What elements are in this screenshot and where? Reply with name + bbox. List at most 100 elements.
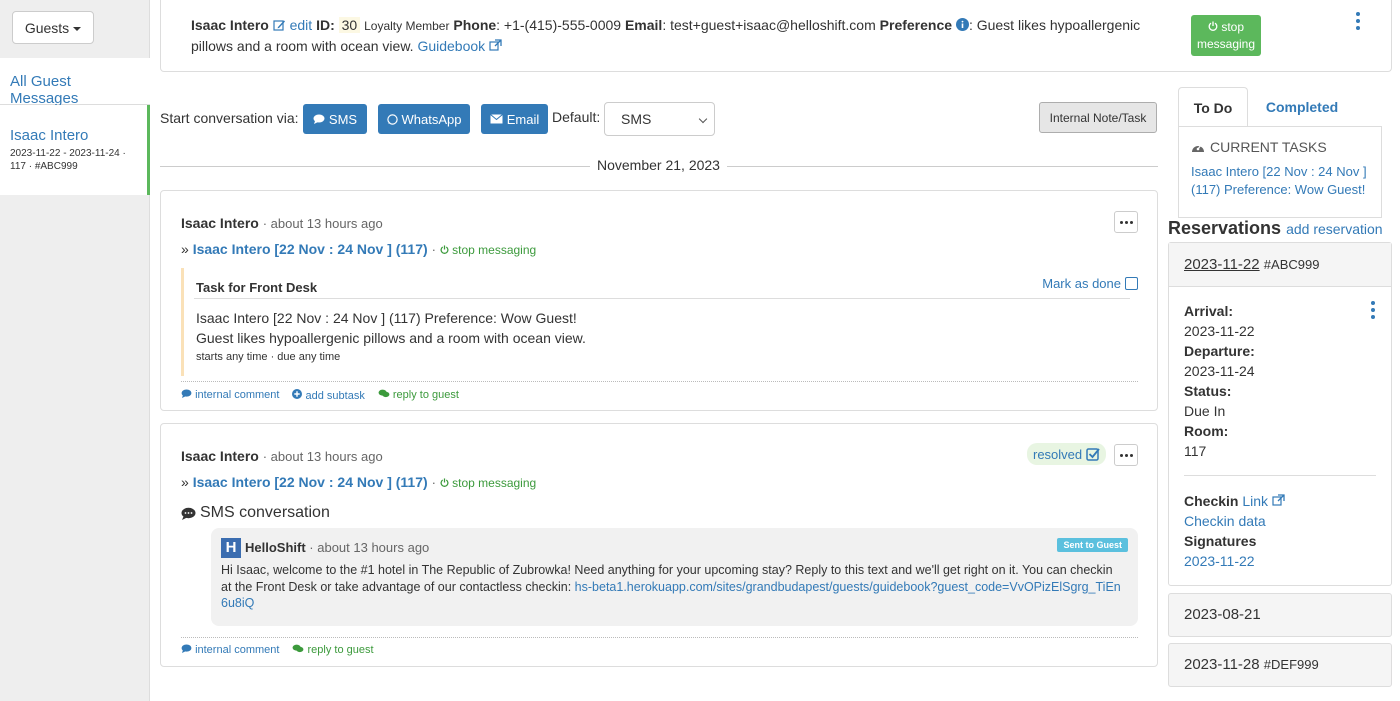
stop-messaging-link[interactable]: stop messaging [440, 476, 536, 490]
conversation-toolbar: Start conversation via: SMS WhatsApp Ema… [160, 102, 1160, 136]
edit-label: edit [289, 17, 313, 33]
checkin-data-link[interactable]: Checkin data [1184, 513, 1266, 529]
reservation-card[interactable]: 2023-11-28 #DEF999 [1168, 643, 1392, 687]
comment-icon [181, 389, 192, 398]
reservation-card-active: 2023-11-22 #ABC999 Arrival: 2023-11-22 D… [1168, 242, 1392, 586]
dashboard-icon [1192, 144, 1204, 152]
power-icon [440, 245, 449, 254]
tab-todo[interactable]: To Do [1178, 87, 1248, 127]
sent-to-guest-badge: Sent to Guest [1057, 538, 1128, 552]
sms-button-label: SMS [328, 111, 358, 127]
info-icon[interactable] [955, 18, 969, 31]
reply-to-guest-link[interactable]: reply to guest [378, 389, 459, 402]
guest-menu-kebab-icon[interactable] [1353, 12, 1363, 32]
id-label: ID: [316, 17, 335, 33]
guest-info-text: Isaac Intero edit ID: 30 Loyalty Member … [191, 15, 1171, 56]
message-more-button[interactable] [1114, 444, 1138, 466]
reservation-divider [1184, 475, 1376, 476]
mark-as-done-toggle[interactable]: Mark as done [1042, 276, 1138, 291]
sms-message-bubble: H HelloShift · about 13 hours ago Sent t… [211, 528, 1138, 626]
arrival-value: 2023-11-22 [1184, 323, 1255, 339]
external-link-icon [489, 39, 502, 51]
message-reservation-line: » Isaac Intero [22 Nov : 24 Nov ] (117) … [181, 241, 536, 257]
reservation-card-header[interactable]: 2023-11-22 #ABC999 [1169, 243, 1391, 287]
stop-messaging-button[interactable]: stop messaging [1191, 15, 1261, 56]
message-card-task: Isaac Intero · about 13 hours ago » Isaa… [160, 190, 1158, 411]
reservation-prefix: » [181, 241, 189, 257]
internal-comment-link[interactable]: internal comment [181, 644, 279, 656]
guest-info-panel: Isaac Intero edit ID: 30 Loyalty Member … [160, 0, 1392, 72]
guest-phone: : +1-(415)-555-0009 [496, 17, 622, 33]
reservation-card[interactable]: 2023-08-21 [1168, 593, 1392, 637]
reservation-checkin-section: Checkin Link Checkin data Signatures 202… [1184, 491, 1285, 571]
email-label: Email [624, 17, 663, 33]
date-separator-text: November 21, 2023 [590, 157, 727, 173]
message-time: · about 13 hours ago [262, 216, 383, 231]
all-guest-messages-link[interactable]: All Guest Messages [0, 58, 150, 107]
reservations-title: Reservations [1168, 218, 1282, 238]
comment-icon [181, 507, 196, 520]
guest-list-item[interactable]: Isaac Intero 2023-11-22 - 2023-11-24 · 1… [0, 105, 150, 195]
message-footer-actions: internal comment reply to guest [181, 644, 374, 656]
guests-button-label: Guests [24, 19, 70, 36]
current-task-link[interactable]: Isaac Intero [22 Nov : 24 Nov ] (117) Pr… [1191, 163, 1369, 199]
current-tasks-label: CURRENT TASKS [1210, 139, 1327, 155]
message-author: Isaac Intero [181, 215, 259, 231]
current-tasks-header: CURRENT TASKS [1191, 139, 1369, 155]
reservation-link[interactable]: Isaac Intero [22 Nov : 24 Nov ] (117) [193, 474, 428, 490]
task-description-line: Guest likes hypoallergenic pillows and a… [196, 330, 586, 346]
whatsapp-button[interactable]: WhatsApp [378, 104, 470, 134]
default-channel-select[interactable]: SMS [604, 102, 715, 136]
stop-messaging-link[interactable]: stop messaging [440, 243, 536, 257]
task-box: Task for Front Desk Mark as done Isaac I… [181, 268, 1138, 376]
tab-completed[interactable]: Completed [1248, 87, 1356, 127]
sms-sender: HelloShift [245, 540, 306, 555]
dot-separator: · [431, 242, 436, 257]
reservation-link[interactable]: Isaac Intero [22 Nov : 24 Nov ] (117) [193, 241, 428, 257]
plus-circle-icon [292, 389, 303, 399]
internal-comment-link[interactable]: internal comment [181, 389, 279, 402]
message-footer-divider [181, 637, 1138, 638]
message-footer-actions: internal comment add subtask reply to gu… [181, 389, 459, 402]
message-card-sms: Isaac Intero · about 13 hours ago resolv… [160, 423, 1158, 667]
resolved-toggle[interactable]: resolved [1027, 443, 1107, 465]
status-label: Status: [1184, 383, 1232, 399]
reply-to-guest-link[interactable]: reply to guest [292, 644, 374, 656]
guidebook-link[interactable]: Guidebook [417, 38, 502, 54]
sms-button[interactable]: SMS [303, 104, 367, 134]
add-subtask-link[interactable]: add subtask [292, 389, 365, 402]
email-button[interactable]: Email [481, 104, 548, 134]
checkin-link[interactable]: Link [1242, 493, 1285, 509]
internal-note-task-button[interactable]: Internal Note/Task [1039, 102, 1157, 133]
default-channel-value: SMS [621, 111, 652, 127]
message-footer-divider [181, 381, 1138, 382]
add-reservation-link[interactable]: add reservation [1286, 221, 1383, 237]
departure-label: Departure: [1184, 343, 1255, 359]
guests-dropdown-button[interactable]: Guests [12, 11, 94, 44]
guest-list-meta: 2023-11-22 - 2023-11-24 · 117 · #ABC999 [10, 148, 126, 172]
power-icon [1208, 21, 1218, 31]
dot-separator: · [431, 475, 436, 490]
task-title: Task for Front Desk [196, 280, 318, 295]
reply-to-guest-label: reply to guest [392, 389, 459, 401]
guidebook-label: Guidebook [417, 38, 486, 54]
sms-body: Hi Isaac, welcome to the #1 hotel in The… [221, 562, 1121, 612]
message-more-button[interactable] [1114, 211, 1138, 233]
power-icon [440, 478, 449, 487]
room-value: 117 [1184, 443, 1207, 459]
internal-comment-label: internal comment [195, 389, 280, 401]
current-tasks-panel: CURRENT TASKS Isaac Intero [22 Nov : 24 … [1178, 126, 1382, 218]
comments-icon [378, 389, 390, 398]
edit-link[interactable]: edit [273, 17, 312, 33]
message-author-line: Isaac Intero · about 13 hours ago [181, 215, 383, 231]
task-description: Isaac Intero [22 Nov : 24 Nov ] (117) Pr… [196, 308, 586, 348]
reservation-details: Arrival: 2023-11-22 Departure: 2023-11-2… [1184, 301, 1379, 461]
external-link-icon [1272, 494, 1285, 506]
sms-conversation-label: SMS conversation [200, 504, 330, 521]
reservation-date: 2023-08-21 [1184, 606, 1261, 623]
add-subtask-label: add subtask [305, 390, 365, 402]
guest-email: : test+guest+isaac@helloshift.com [662, 17, 876, 33]
edit-icon [273, 20, 285, 31]
signature-date-link[interactable]: 2023-11-22 [1184, 553, 1255, 569]
start-conversation-label: Start conversation via: [160, 110, 299, 126]
